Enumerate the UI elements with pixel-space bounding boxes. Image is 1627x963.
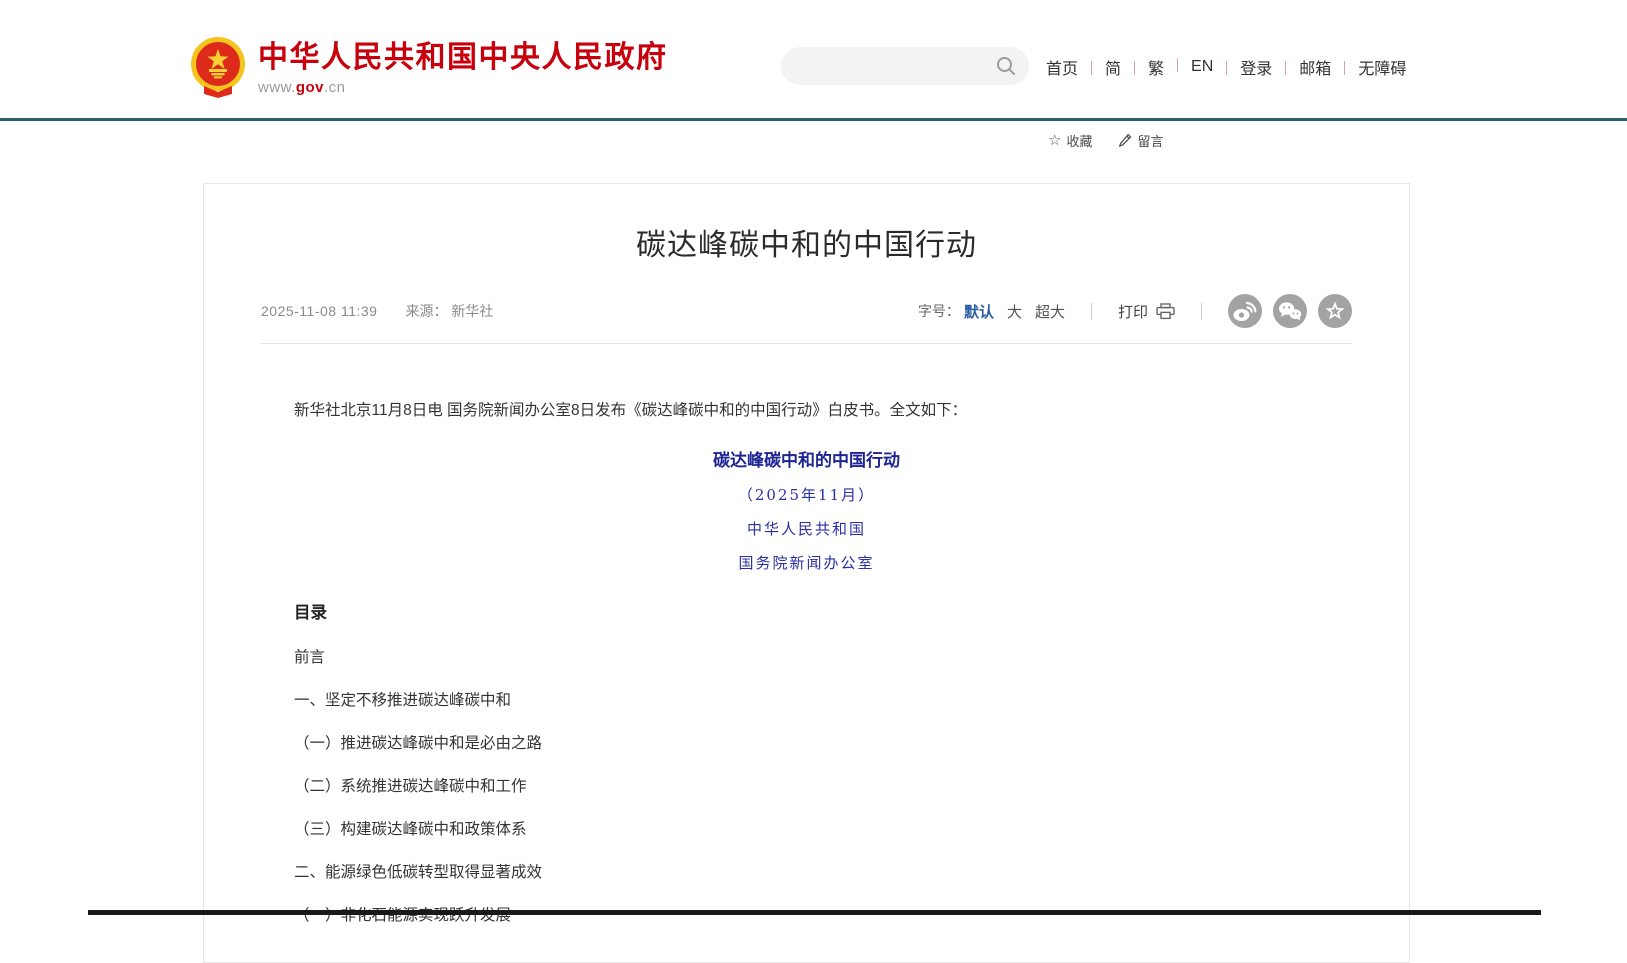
header-divider — [0, 118, 1627, 121]
fontsize-label: 字号： — [918, 301, 960, 321]
share-buttons — [1228, 294, 1352, 328]
brand-text: 中华人民共和国中央人民政府 www.gov.cn — [258, 36, 668, 96]
nav-link[interactable]: EN — [1164, 58, 1213, 76]
quick-actions: ☆ 收藏 留言 — [1048, 131, 1163, 150]
source-value[interactable]: 新华社 — [451, 303, 493, 319]
table-of-contents: 前言一、坚定不移推进碳达峰碳中和 （一）推进碳达峰碳中和是必由之路 （二）系统推进碳… — [294, 650, 1319, 924]
comment-button[interactable]: 留言 — [1118, 131, 1163, 150]
source: 来源： 新华社 — [405, 301, 493, 321]
nav-link[interactable]: 繁 — [1121, 55, 1164, 79]
bottom-edge-bar — [88, 910, 1541, 915]
fontsize-option[interactable]: 默认 — [964, 301, 994, 322]
site-brand[interactable]: 中华人民共和国中央人民政府 www.gov.cn — [190, 36, 668, 98]
favorite-label: 收藏 — [1066, 131, 1092, 150]
top-nav: 首页简繁EN登录邮箱无障碍 — [1046, 55, 1406, 79]
article-meta-row: 2025-11-08 11:39 来源： 新华社 字号： 默认大超大 打印 — [261, 294, 1352, 344]
pencil-icon — [1118, 133, 1132, 148]
doc-org-line-2: 国务院新闻办公室 — [294, 552, 1319, 573]
toc-item: （一）推进碳达峰碳中和是必由之路 — [294, 736, 1319, 752]
search-input[interactable] — [781, 47, 996, 85]
nav-link[interactable]: 首页 — [1046, 55, 1078, 79]
site-header: 中华人民共和国中央人民政府 www.gov.cn 首页简繁EN登录邮箱无障碍 — [0, 0, 1627, 118]
article-title: 碳达峰碳中和的中国行动 — [204, 220, 1409, 264]
toc-item: 前言 — [294, 650, 1319, 666]
toc-item: （三）构建碳达峰碳中和政策体系 — [294, 822, 1319, 838]
doc-org-line-1: 中华人民共和国 — [294, 518, 1319, 539]
fontsize-options: 默认大超大 — [964, 301, 1065, 322]
doc-date-line: （2025年11月） — [294, 484, 1319, 505]
star-icon: ☆ — [1048, 134, 1061, 148]
print-label: 打印 — [1118, 301, 1148, 322]
article-body: 新华社北京11月8日电 国务院新闻办公室8日发布《碳达峰碳中和的中国行动》白皮书… — [294, 400, 1319, 924]
toc-item: 一、坚定不移推进碳达峰碳中和 — [294, 693, 1319, 709]
print-button[interactable]: 打印 — [1118, 301, 1175, 322]
site-url-www: www. — [258, 79, 296, 96]
nav-link[interactable]: 简 — [1078, 55, 1121, 79]
toc-item: （二）系统推进碳达峰碳中和工作 — [294, 779, 1319, 795]
doc-title: 碳达峰碳中和的中国行动 — [294, 446, 1319, 471]
lead-paragraph: 新华社北京11月8日电 国务院新闻办公室8日发布《碳达峰碳中和的中国行动》白皮书… — [294, 400, 1319, 422]
toc-item: 二、能源绿色低碳转型取得显著成效 — [294, 865, 1319, 881]
meta-separator — [1201, 303, 1202, 320]
site-url-gov: gov — [296, 79, 324, 96]
source-label: 来源： — [405, 303, 447, 319]
toc-title: 目录 — [294, 599, 1319, 623]
printer-icon — [1156, 303, 1175, 320]
nav-link[interactable]: 无障碍 — [1331, 55, 1406, 79]
site-url: www.gov.cn — [258, 79, 668, 96]
comment-label: 留言 — [1137, 131, 1163, 150]
wechat-share-icon[interactable] — [1273, 294, 1307, 328]
search-box[interactable] — [781, 47, 1029, 85]
article-card: 碳达峰碳中和的中国行动 2025-11-08 11:39 来源： 新华社 字号：… — [203, 183, 1410, 963]
search-icon[interactable] — [996, 56, 1016, 76]
nav-link[interactable]: 登录 — [1213, 55, 1272, 79]
fontsize-option[interactable]: 超大 — [1035, 301, 1065, 322]
weibo-share-icon[interactable] — [1228, 294, 1262, 328]
site-url-cn: .cn — [324, 79, 346, 96]
publish-date: 2025-11-08 11:39 — [261, 303, 377, 319]
site-title: 中华人民共和国中央人民政府 — [258, 42, 668, 74]
fontsize-option[interactable]: 大 — [1007, 301, 1022, 322]
more-share-icon[interactable] — [1318, 294, 1352, 328]
meta-separator — [1091, 303, 1092, 320]
national-emblem-logo — [190, 36, 246, 98]
favorite-button[interactable]: ☆ 收藏 — [1048, 131, 1092, 150]
nav-link[interactable]: 邮箱 — [1272, 55, 1331, 79]
